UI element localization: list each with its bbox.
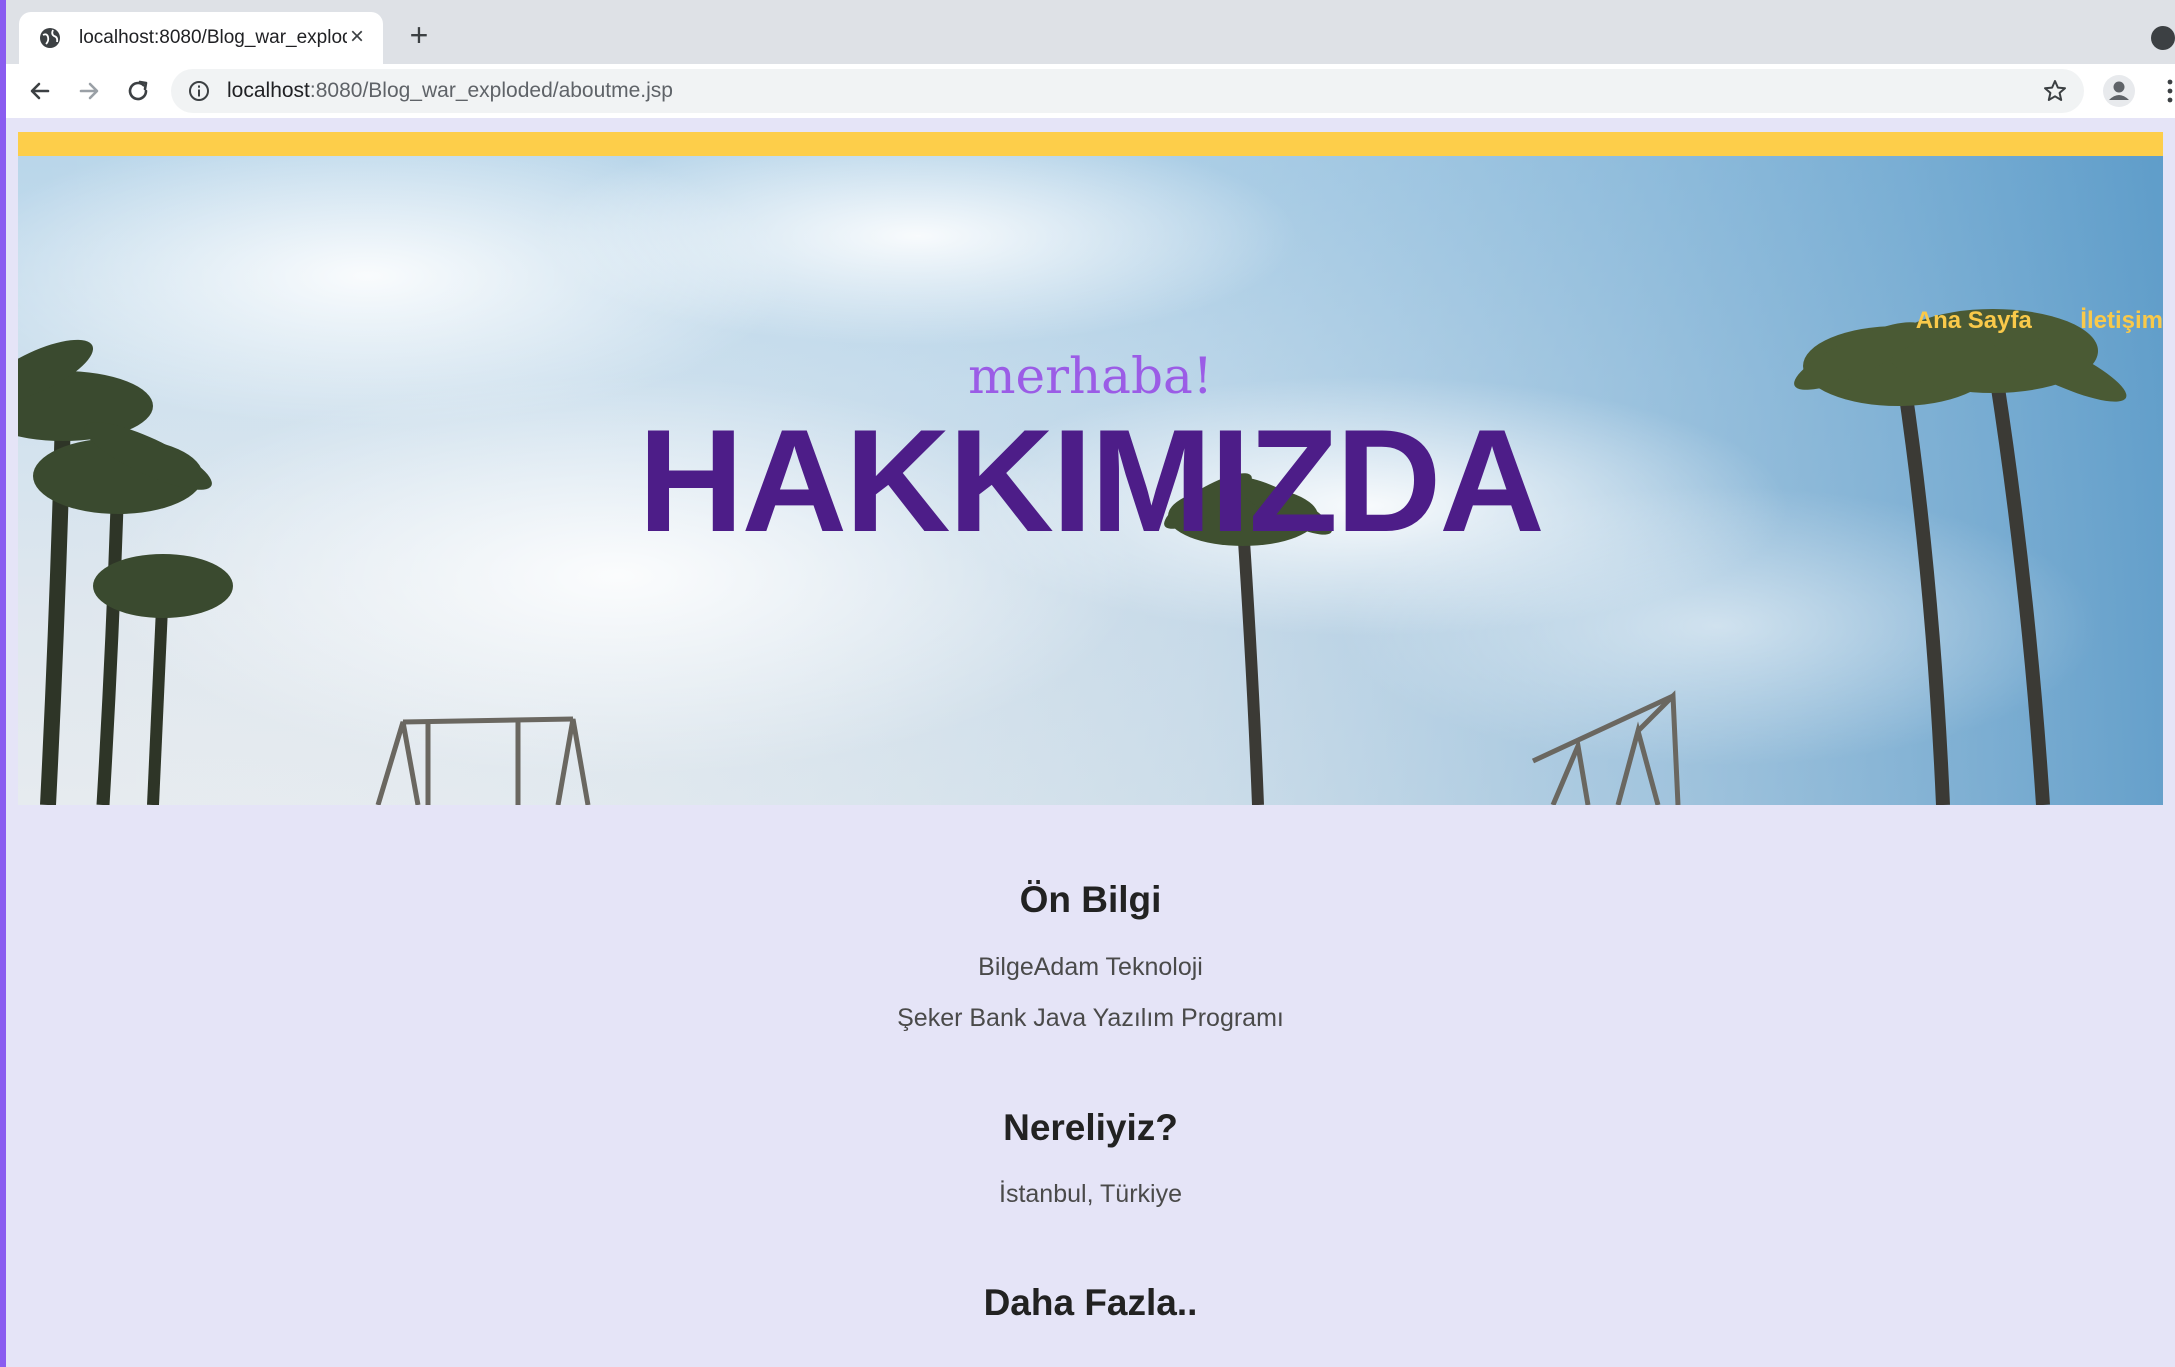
section-heading-intro: Ön Bilgi (1019, 879, 1162, 920)
url-path: :8080/Blog_war_exploded/aboutme.jsp (309, 79, 673, 102)
globe-icon (40, 28, 60, 48)
new-tab-button[interactable]: + (404, 19, 434, 51)
nav-link-home[interactable]: Ana Sayfa (1916, 304, 2032, 338)
reload-icon[interactable] (122, 75, 154, 107)
profile-icon[interactable] (2103, 75, 2135, 107)
info-icon[interactable] (188, 80, 210, 102)
browser-tab[interactable]: localhost:8080/Blog_war_exploded/aboutme… (19, 12, 383, 64)
hero-banner: Ana Sayfa İletişim merhaba! HAKKIMIZDA (18, 156, 2163, 805)
star-icon[interactable] (2042, 78, 2068, 104)
browser-toolbar: localhost:8080/Blog_war_exploded/aboutme… (6, 64, 2175, 118)
tab-strip: localhost:8080/Blog_war_exploded/aboutme… (6, 0, 2175, 64)
hero-title: HAKKIMIZDA (638, 399, 1545, 562)
url-host: localhost (227, 79, 310, 102)
tab-title: localhost:8080/Blog_war_exploded/aboutme… (79, 27, 347, 48)
kebab-menu-icon[interactable] (2165, 77, 2175, 105)
top-nav: Ana Sayfa İletişim (1872, 304, 2163, 338)
tab-search-icon[interactable] (2151, 26, 2175, 50)
forward-arrow-icon[interactable] (73, 75, 105, 107)
close-tab-icon[interactable]: × (345, 25, 369, 49)
section-text: İstanbul, Türkiye (999, 1180, 1182, 1208)
section-text: Şeker Bank Java Yazılım Programı (897, 1004, 1284, 1032)
section-text: BilgeAdam Teknoloji (978, 953, 1203, 981)
hero-greeting: merhaba! (968, 347, 1213, 405)
address-bar[interactable]: localhost:8080/Blog_war_exploded/aboutme… (171, 69, 2084, 113)
nav-link-contact[interactable]: İletişim (2080, 304, 2163, 338)
url-text: localhost:8080/Blog_war_exploded/aboutme… (227, 79, 673, 103)
section-heading-more: Daha Fazla.. (983, 1282, 1198, 1323)
back-arrow-icon[interactable] (24, 75, 56, 107)
section-heading-location: Nereliyiz? (1003, 1107, 1178, 1148)
accent-bar (18, 132, 2163, 156)
window-edge (0, 0, 6, 1367)
